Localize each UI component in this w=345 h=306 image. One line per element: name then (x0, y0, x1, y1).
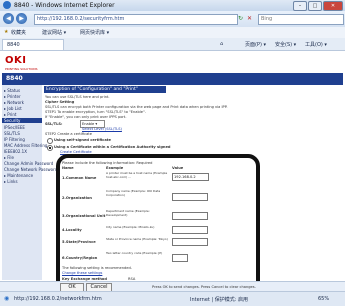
state-input[interactable] (172, 238, 208, 246)
ssltls-value: Enable (82, 122, 95, 126)
zoom-level[interactable]: 65% (318, 296, 329, 302)
minimize-button[interactable]: – (293, 1, 307, 11)
self-signed-label: Using self-signed certificate (54, 138, 111, 142)
row-name: 5.State/Province (62, 240, 96, 244)
sidebar-item-print[interactable]: ▸ Print (4, 112, 16, 117)
model-header: 8840 (2, 73, 343, 85)
sidebar-item-security[interactable]: Security (2, 118, 42, 123)
stop-icon[interactable]: ✕ (247, 15, 252, 22)
sidebar-item-file[interactable]: ▸ File (4, 155, 14, 160)
sidebar-item-network[interactable]: ▸ Network (4, 100, 24, 105)
window-controls: – □ ✕ (292, 1, 343, 11)
page-menu[interactable]: 页面(P) ▾ (245, 41, 266, 48)
cipher-label: Cipher Setting (45, 100, 75, 104)
col-name-header: Name (62, 166, 74, 170)
favorites-label[interactable]: 收藏夹 (11, 29, 26, 36)
ie-icon (3, 1, 11, 9)
oki-tagline: PRINTING SOLUTIONS (5, 67, 38, 71)
row-name: 4.Locality (62, 228, 82, 232)
row-example: Company name (Example: OKI Data Corporat… (106, 189, 161, 197)
row-name: 3.Organizational Unit (62, 214, 106, 218)
sidebar-item-macfilter[interactable]: MAC Address Filtering (4, 143, 47, 148)
home-icon[interactable]: ⌂ (220, 41, 223, 47)
star-icon[interactable]: ★ (4, 29, 8, 35)
row-example: Department name (Example: Development) (106, 209, 150, 217)
sidebar-item-ipfilter[interactable]: IP Filtering (4, 137, 25, 142)
tab-label: 8840 (7, 42, 20, 48)
cipher-description: SSL/TLS can encrypt both Printer configu… (45, 105, 228, 109)
locality-input[interactable] (172, 226, 208, 234)
self-signed-radio[interactable] (47, 138, 53, 144)
tools-menu[interactable]: 工具(O) ▾ (305, 41, 327, 48)
back-button[interactable]: ◀ (3, 13, 14, 24)
col-example-header: Example (106, 166, 124, 170)
window-title: 8840 - Windows Internet Explorer (14, 2, 115, 9)
footer-note: Press OK to send changes. Press Cancel t… (152, 285, 256, 289)
forward-button[interactable]: ▶ (16, 13, 27, 24)
ca-signed-radio[interactable] (47, 145, 53, 151)
sidebar-item-printer[interactable]: ▸ Printer (4, 94, 21, 99)
oki-logo: OKI (5, 55, 27, 66)
sidebar-item-links[interactable]: ▸ Links (4, 179, 18, 184)
recommend-note: The following setting is recommended. (62, 266, 132, 270)
country-input[interactable] (172, 254, 188, 262)
address-toolbar: ◀ ▶ http://192.168.0.2/securityfrm.htm ↻… (0, 11, 345, 27)
maximize-button[interactable]: □ (308, 1, 322, 11)
col-value-header: Value (172, 166, 184, 170)
ca-signed-label: Using a Certificate within a Certificati… (54, 145, 171, 149)
step1b-text: If "Enable", you can only print over IPP… (45, 115, 127, 119)
close-button[interactable]: ✕ (323, 1, 343, 11)
sidebar: ▸ Status ▸ Printer ▸ Network ▸ Job List … (2, 85, 57, 280)
web-slice-link[interactable]: 网页快讯库 ▾ (80, 29, 109, 36)
required-note: Please include the following information… (62, 161, 153, 165)
row-name: 6.Country/Region (62, 256, 98, 260)
globe-icon: ◉ (4, 295, 10, 302)
sidebar-item-ssltls[interactable]: SSL/TLS (4, 131, 20, 136)
sidebar-item-joblist[interactable]: ▸ Job List (4, 106, 22, 111)
tab-bar: 8840 ⌂ 页面(P) ▾ 安全(S) ▾ 工具(O) ▾ (0, 38, 345, 51)
ssltls-label: SSL/TLS: (45, 122, 63, 126)
ssltls-level-link[interactable]: Select Level (SSL/TLS) (82, 127, 122, 131)
step2-text: STEP2 Create a certificate (45, 132, 92, 136)
org-unit-input[interactable] (172, 212, 208, 220)
sidebar-item-maintenance[interactable]: ▸ Maintenance (4, 173, 33, 178)
sidebar-item-ipsec[interactable]: IPSec/IEEE (4, 125, 25, 130)
step1-text: STEP1 To enable encryption, turn "SSL/TL… (45, 110, 146, 114)
model-name: 8840 (6, 75, 23, 82)
organization-input[interactable] (172, 193, 208, 201)
brand-banner: OKI PRINTING SOLUTIONS (2, 53, 343, 73)
sidebar-item-admin-password[interactable]: Change Admin Password (4, 161, 53, 166)
intro-text: You can use SSL/TLS here and print. (45, 95, 110, 99)
sidebar-item-status[interactable]: ▸ Status (4, 88, 20, 93)
row-name: 2.Organization (62, 196, 92, 200)
row-example: City name (Example: Minato-ku) (106, 225, 155, 229)
row-name: 1.Common Name (62, 176, 97, 180)
status-url: http://192.168.0.2/networkfrm.htm (14, 296, 102, 302)
tab-8840[interactable]: 8840 (2, 39, 64, 50)
safety-menu[interactable]: 安全(S) ▾ (275, 41, 296, 48)
sidebar-item-ieee8021x[interactable]: IEEE802.1X (4, 149, 27, 154)
row-example: State or Province name (Example: Tokyo) (106, 237, 168, 241)
window-titlebar: 8840 - Windows Internet Explorer – □ ✕ (0, 0, 345, 11)
address-input[interactable]: http://192.168.0.2/securityfrm.htm (34, 14, 238, 25)
sidebar-item-network-password[interactable]: Change Network Password (4, 167, 57, 172)
section-title: Encryption of "Configuration" and "Print… (44, 86, 166, 93)
row-example: Two letter country code (Example: JP) (106, 251, 163, 255)
suggested-sites-link[interactable]: 建议网站 ▾ (42, 29, 66, 36)
common-name-input[interactable]: 192.168.0.2 (172, 173, 209, 181)
status-bar: ◉ http://192.168.0.2/networkfrm.htm Inte… (0, 291, 345, 306)
change-settings-link[interactable]: Change these settings (62, 271, 102, 275)
row-example: A printer must be a host name (Example h… (106, 171, 168, 179)
search-input[interactable]: Bing (258, 14, 344, 25)
security-zone[interactable]: Internet | 保护模式: 启用 (190, 296, 248, 303)
refresh-icon[interactable]: ↻ (238, 15, 243, 22)
